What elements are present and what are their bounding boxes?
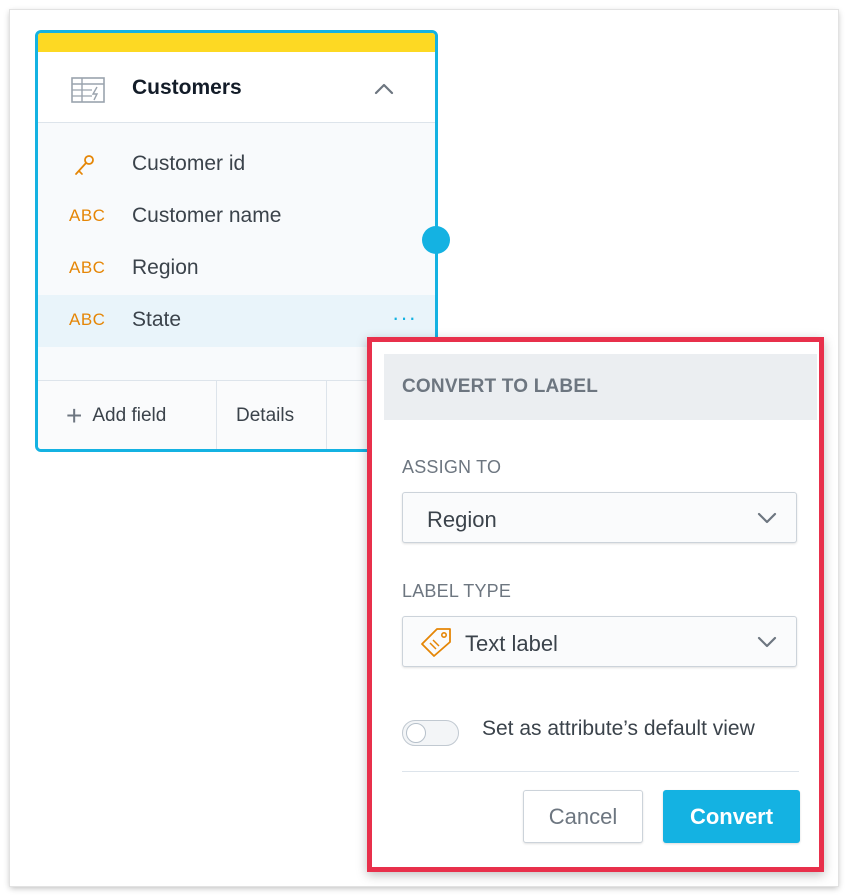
convert-to-label-dialog: CONVERT TO LABEL ASSIGN TO Region LABEL … (367, 337, 824, 872)
details-button[interactable]: Details (236, 381, 294, 449)
divider (402, 771, 799, 772)
field-label: Customer name (132, 204, 282, 227)
default-view-label: Set as attribute’s default view (482, 717, 755, 740)
cancel-button[interactable]: Cancel (523, 790, 643, 843)
text-type-badge: ABC (69, 310, 106, 329)
field-label: State (132, 308, 182, 331)
chevron-up-icon[interactable] (371, 76, 397, 102)
assign-to-value: Region (427, 507, 497, 532)
chevron-down-icon (757, 636, 777, 648)
divider (326, 381, 327, 449)
field-row-customer-id[interactable]: Customer id (38, 139, 435, 191)
field-label: Customer id (132, 152, 246, 175)
label-type-label: LABEL TYPE (402, 581, 512, 601)
dialog-title: CONVERT TO LABEL (402, 376, 599, 397)
text-type-badge: ABC (69, 206, 106, 225)
chevron-down-icon (757, 512, 777, 524)
card-header: Customers (38, 52, 435, 122)
field-row-region[interactable]: ABC Region (38, 243, 435, 295)
toggle-knob (406, 723, 426, 743)
dataset-table-icon (71, 77, 105, 103)
dialog-header: CONVERT TO LABEL (384, 354, 817, 420)
add-field-button[interactable]: + Add field (66, 381, 167, 449)
default-view-toggle[interactable] (402, 720, 459, 746)
assign-to-dropdown[interactable]: Region (402, 492, 797, 543)
more-options-icon[interactable]: ··· (392, 305, 417, 331)
tag-icon (421, 628, 451, 657)
convert-button[interactable]: Convert (663, 790, 800, 843)
add-field-label: Add field (92, 404, 167, 426)
assign-to-label: ASSIGN TO (402, 457, 502, 477)
plus-icon: + (66, 399, 83, 431)
key-icon (75, 155, 94, 175)
divider (216, 381, 217, 449)
field-row-customer-name[interactable]: ABC Customer name (38, 191, 435, 243)
text-type-badge: ABC (69, 258, 106, 277)
card-topbar (38, 33, 435, 52)
label-type-dropdown[interactable]: Text label (402, 616, 797, 667)
connector-handle[interactable] (422, 226, 450, 254)
label-type-value: Text label (465, 631, 558, 656)
field-label: Region (132, 256, 199, 279)
dataset-title: Customers (132, 76, 242, 99)
